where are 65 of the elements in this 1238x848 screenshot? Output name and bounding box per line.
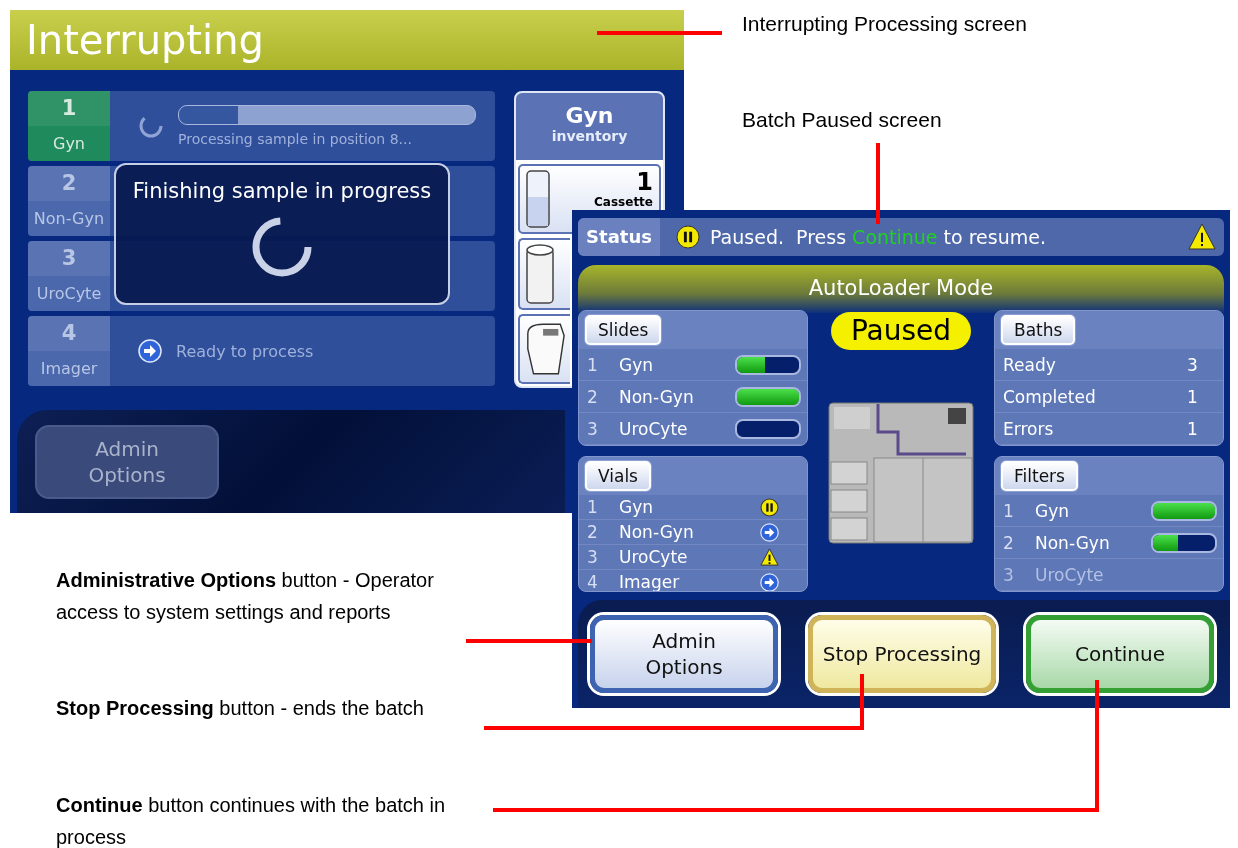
panel-tab[interactable]: Baths [1001, 315, 1076, 345]
state-badge: Paused [830, 312, 972, 350]
row-number: 4 [587, 572, 599, 591]
inventory-item-label: Cassette [594, 195, 653, 209]
mode-header: AutoLoader Mode [578, 265, 1224, 313]
row-label: Gyn [1035, 500, 1070, 521]
row-number: 3 [1003, 564, 1015, 585]
row-label: Non-Gyn [1035, 532, 1111, 553]
inventory-item[interactable] [518, 314, 570, 384]
description-text: Stop Processing button - ends the batch [56, 696, 425, 721]
status-text: Processing sample in position 8... [178, 131, 413, 147]
row-number: 1 [587, 497, 599, 517]
row-number: 2 [587, 386, 599, 407]
callout-label: Interrupting Processing screen [742, 12, 1027, 36]
row-label: Gyn [619, 354, 654, 375]
pause-icon [676, 225, 700, 249]
arrow-icon [760, 572, 779, 591]
level-bar [735, 354, 801, 375]
description-text: Continue button continues with the batch in process [56, 793, 447, 848]
row-number: 3 [587, 547, 599, 567]
inventory-title: Gyn [564, 103, 615, 128]
row-label: Errors [1003, 418, 1055, 439]
inventory-item[interactable] [518, 238, 570, 310]
row-value: 1 [1187, 386, 1199, 407]
status-label: Status [578, 218, 660, 256]
inventory-subtitle: inventory [550, 128, 629, 144]
description-text: Administrative Options button - Operator access to system settings and reports [56, 568, 435, 625]
row-label: UroCyte [619, 547, 689, 567]
status-message: Paused. Press Continue to resume. [710, 226, 1047, 248]
row-number: 2 [587, 522, 599, 542]
row-label: Non-Gyn [619, 522, 695, 542]
row-label: Gyn [619, 497, 654, 517]
queue-tab[interactable]: 1 Gyn [28, 91, 110, 161]
row-label: Ready [1003, 354, 1057, 375]
stop-button[interactable]: Stop Processing [808, 615, 996, 693]
level-bar [735, 386, 801, 407]
row-label: Non-Gyn [619, 386, 695, 407]
loading-spinner-icon [250, 215, 314, 279]
panel-tab[interactable]: Slides [585, 315, 662, 345]
level-bar [1151, 500, 1217, 521]
status-text: Ready to process [176, 341, 314, 361]
warning-icon [760, 547, 779, 567]
row-label: Imager [619, 572, 681, 591]
cylinder-icon [524, 243, 556, 307]
warning-icon [1188, 223, 1216, 251]
row-number: 2 [1003, 532, 1015, 553]
continue-button[interactable]: Continue [1026, 615, 1214, 693]
row-number: 3 [587, 418, 599, 439]
panel-tab[interactable]: Filters [1001, 461, 1078, 491]
row-number: 1 [1003, 500, 1015, 521]
row-value: 1 [1187, 418, 1199, 439]
row-value: 3 [1187, 354, 1199, 375]
screen-title: Interrupting [10, 10, 684, 70]
panel-tab[interactable]: Vials [585, 461, 651, 491]
row-label: UroCyte [619, 418, 689, 439]
dialog-message: Finishing sample in progress [132, 179, 432, 203]
row-number: 1 [587, 354, 599, 375]
level-bar [1151, 532, 1217, 553]
vial-icon [524, 169, 552, 229]
pause-icon [760, 497, 779, 517]
callout-label: Batch Paused screen [742, 108, 942, 132]
row-label: Completed [1003, 386, 1097, 407]
admin-button[interactable]: Admin Options [590, 615, 778, 693]
row-label: UroCyte [1035, 564, 1105, 585]
inventory-count: 1 [636, 169, 653, 195]
